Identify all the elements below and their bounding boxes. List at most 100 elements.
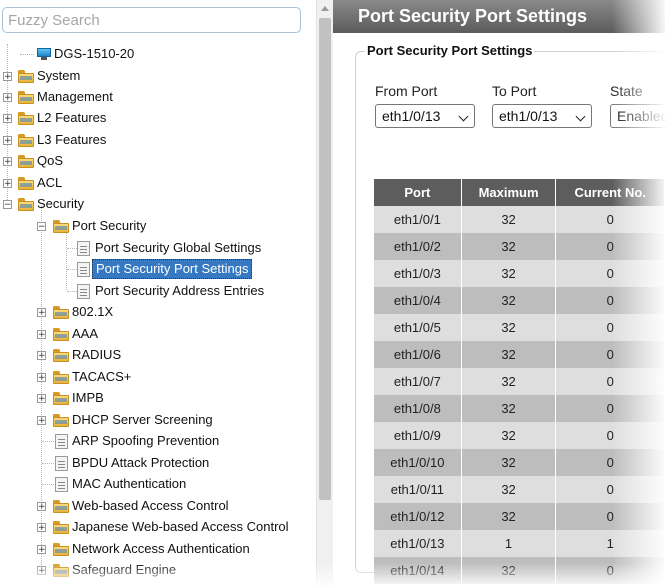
to-port-select[interactable]: eth1/0/13 xyxy=(492,104,592,128)
to-port-label: To Port xyxy=(492,83,537,99)
expand-icon[interactable]: + xyxy=(37,502,46,512)
tree-item-label: Safeguard Engine xyxy=(72,562,177,577)
expand-icon[interactable]: + xyxy=(37,373,46,383)
tree-item-label: IMPB xyxy=(72,390,104,405)
collapse-icon[interactable]: − xyxy=(37,222,46,232)
folder-icon xyxy=(18,177,35,190)
cell-port: eth1/0/11 xyxy=(374,476,462,503)
table-row[interactable]: eth1/0/7 32 0 xyxy=(374,368,665,395)
tree-item-label: L2 Features xyxy=(37,110,107,125)
table-row[interactable]: eth1/0/6 32 0 xyxy=(374,341,665,368)
table-row[interactable]: eth1/0/4 32 0 xyxy=(374,287,665,314)
scroll-up-arrow-icon[interactable] xyxy=(321,6,329,11)
tree-item-label: System xyxy=(37,68,81,83)
expand-icon[interactable]: + xyxy=(37,523,46,533)
expand-icon[interactable]: + xyxy=(37,566,46,576)
tree-item-label: Port Security Address Entries xyxy=(95,283,265,298)
table-body: eth1/0/1 32 0 eth1/0/2 32 0 eth1/0/3 32 0 eth1/0/… xyxy=(374,206,665,584)
cell-maximum: 32 xyxy=(461,368,557,395)
state-label: State xyxy=(610,83,643,99)
expand-icon[interactable]: + xyxy=(37,308,46,318)
cell-current-no: 0 xyxy=(555,341,665,368)
folder-icon xyxy=(53,500,70,513)
expand-icon[interactable]: + xyxy=(3,157,12,167)
expand-icon[interactable]: + xyxy=(37,416,46,426)
tree-item-label: BPDU Attack Protection xyxy=(72,455,210,470)
from-port-value: eth1/0/13 xyxy=(382,108,441,124)
cell-port: eth1/0/12 xyxy=(374,503,462,530)
page-icon xyxy=(77,284,90,299)
tree-item-label: Port Security xyxy=(72,218,147,233)
cell-port: eth1/0/1 xyxy=(374,206,462,233)
table-row[interactable]: eth1/0/8 32 0 xyxy=(374,395,665,422)
cell-port: eth1/0/2 xyxy=(374,233,462,260)
scrollbar-thumb[interactable] xyxy=(319,18,331,500)
tree-item-label-selected: Port Security Port Settings xyxy=(92,259,253,279)
cell-port: eth1/0/9 xyxy=(374,422,462,449)
table-row[interactable]: eth1/0/14 32 0 xyxy=(374,557,665,584)
cell-port: eth1/0/14 xyxy=(374,557,462,584)
tree-item-label: ACL xyxy=(37,175,63,190)
expand-icon[interactable]: + xyxy=(37,545,46,555)
expand-icon[interactable]: + xyxy=(3,93,12,103)
cell-port: eth1/0/10 xyxy=(374,449,462,476)
tree-scrollbar[interactable] xyxy=(316,0,333,586)
cell-maximum: 32 xyxy=(461,233,557,260)
folder-open-icon xyxy=(53,220,70,233)
cell-current-no: 0 xyxy=(555,395,665,422)
table-row[interactable]: eth1/0/2 32 0 xyxy=(374,233,665,260)
folder-icon xyxy=(53,414,70,427)
cell-current-no: 1 xyxy=(555,530,665,557)
tree-item-label: 802.1X xyxy=(72,304,114,319)
table-row[interactable]: eth1/0/12 32 0 xyxy=(374,503,665,530)
folder-icon xyxy=(53,521,70,534)
cell-maximum: 32 xyxy=(461,503,557,530)
table-row[interactable]: eth1/0/13 1 1 xyxy=(374,530,665,557)
folder-icon xyxy=(18,134,35,147)
table-row[interactable]: eth1/0/10 32 0 xyxy=(374,449,665,476)
column-header-current-no: Current No. xyxy=(555,179,665,206)
table-row[interactable]: eth1/0/11 32 0 xyxy=(374,476,665,503)
cell-current-no: 0 xyxy=(555,287,665,314)
cell-current-no: 0 xyxy=(555,206,665,233)
expand-icon[interactable]: + xyxy=(3,136,12,146)
from-port-select[interactable]: eth1/0/13 xyxy=(375,104,475,128)
tree-item-label: DGS-1510-20 xyxy=(54,46,135,61)
table-row[interactable]: eth1/0/3 32 0 xyxy=(374,260,665,287)
expand-icon[interactable]: + xyxy=(3,72,12,82)
cell-current-no: 0 xyxy=(555,260,665,287)
folder-icon xyxy=(18,91,35,104)
fieldset-legend: Port Security Port Settings xyxy=(365,43,535,58)
column-header-maximum: Maximum xyxy=(461,179,557,206)
folder-icon xyxy=(18,112,35,125)
fuzzy-search-input[interactable] xyxy=(2,7,301,33)
switch-device-icon xyxy=(37,48,51,60)
table-row[interactable]: eth1/0/1 32 0 xyxy=(374,206,665,233)
expand-icon[interactable]: + xyxy=(37,330,46,340)
cell-port: eth1/0/8 xyxy=(374,395,462,422)
tree-item-label: Japanese Web-based Access Control xyxy=(72,519,289,534)
expand-icon[interactable]: + xyxy=(3,114,12,124)
page-title: Port Security Port Settings xyxy=(333,0,665,33)
chevron-down-icon xyxy=(575,111,586,122)
collapse-icon[interactable]: − xyxy=(3,200,12,210)
folder-icon xyxy=(18,70,35,83)
folder-icon xyxy=(53,564,70,577)
cell-maximum: 1 xyxy=(461,530,557,557)
cell-current-no: 0 xyxy=(555,476,665,503)
content-panel: Port Security Port Settings Port Securit… xyxy=(333,0,665,586)
folder-icon xyxy=(53,349,70,362)
table-row[interactable]: eth1/0/5 32 0 xyxy=(374,314,665,341)
table-row[interactable]: eth1/0/9 32 0 xyxy=(374,422,665,449)
expand-icon[interactable]: + xyxy=(37,394,46,404)
cell-maximum: 32 xyxy=(461,476,557,503)
state-select[interactable]: Enabled xyxy=(610,104,665,128)
expand-icon[interactable]: + xyxy=(3,179,12,189)
expand-icon[interactable]: + xyxy=(37,351,46,361)
to-port-value: eth1/0/13 xyxy=(499,108,558,124)
folder-icon xyxy=(53,543,70,556)
page-icon xyxy=(77,262,90,277)
tree-item-label: L3 Features xyxy=(37,132,107,147)
navigation-panel: DGS-1510-20 + System + Management + L2 F… xyxy=(0,0,316,586)
cell-maximum: 32 xyxy=(461,557,557,584)
